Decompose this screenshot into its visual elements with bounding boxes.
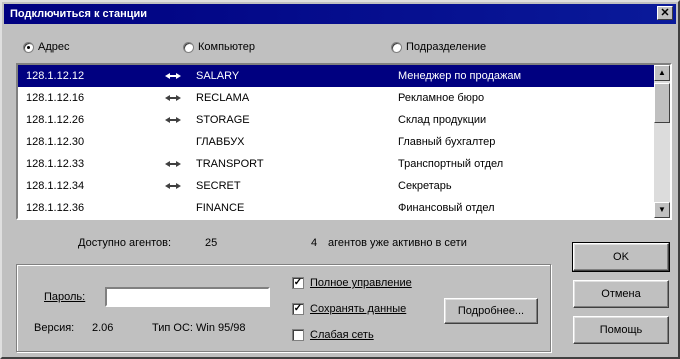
station-list[interactable]: 128.1.12.12 SALARY Менеджер по продажам 128… <box>16 63 672 220</box>
station-host: SECRET <box>196 180 241 192</box>
window-title: Подключиться к станции <box>10 8 148 20</box>
station-host: ГЛАВБУХ <box>196 136 245 148</box>
radio-dot <box>183 41 194 53</box>
password-label: Пароль: <box>44 291 86 303</box>
ok-button[interactable]: OK <box>572 242 670 272</box>
mode-address-radio[interactable]: Адрес <box>23 41 70 53</box>
station-row[interactable]: 128.1.12.16 RECLAMA Рекламное бюро <box>18 87 654 109</box>
agents-available-count: 25 <box>205 237 218 249</box>
station-description: Рекламное бюро <box>398 92 485 104</box>
station-address: 128.1.12.34 <box>26 180 85 192</box>
save-data-checkbox[interactable]: ✓ Сохранять данные <box>292 303 406 315</box>
version-value: 2.06 <box>92 322 114 334</box>
station-address: 128.1.12.30 <box>26 136 85 148</box>
password-input[interactable] <box>105 287 270 307</box>
station-row[interactable]: 128.1.12.30 ГЛАВБУХ Главный бухгалтер <box>18 131 654 153</box>
weak-network-label: Слабая сеть <box>310 329 374 341</box>
mode-computer-radio[interactable]: Компьютер <box>183 41 255 53</box>
station-description: Финансовый отдел <box>398 202 495 214</box>
mode-department-radio[interactable]: Подразделение <box>391 41 486 53</box>
station-host: TRANSPORT <box>196 158 264 170</box>
station-host: FINANCE <box>196 202 245 214</box>
more-button[interactable]: Подробнее... <box>444 298 538 324</box>
os-type-value: Win 95/98 <box>196 322 246 334</box>
radio-dot <box>391 41 402 53</box>
station-host: STORAGE <box>196 114 250 126</box>
station-row[interactable]: 128.1.12.36 FINANCE Финансовый отдел <box>18 197 654 218</box>
full-control-checkbox[interactable]: ✓ Полное управление <box>292 277 412 289</box>
station-host: RECLAMA <box>196 92 250 104</box>
connect-dialog: Подключиться к станции ✕ Адрес Компьютер… <box>0 0 680 359</box>
station-row[interactable]: 128.1.12.33 TRANSPORT Транспортный отдел <box>18 153 654 175</box>
full-control-label: Полное управление <box>310 277 412 289</box>
station-address: 128.1.12.36 <box>26 202 85 214</box>
save-data-label: Сохранять данные <box>310 303 407 315</box>
os-type-label: Тип ОС: <box>152 322 193 334</box>
agents-active-label: агентов уже активно в сети <box>328 237 467 249</box>
link-icon <box>164 94 182 102</box>
title-bar: Подключиться к станции ✕ <box>4 4 676 24</box>
station-description: Менеджер по продажам <box>398 70 522 82</box>
link-icon <box>164 116 182 124</box>
station-description: Транспортный отдел <box>398 158 504 170</box>
version-label: Версия: <box>34 322 75 334</box>
station-host: SALARY <box>196 70 240 82</box>
link-icon <box>164 182 182 190</box>
checkmark-icon: ✓ <box>292 303 304 315</box>
agents-available-label: Доступно агентов: <box>78 237 172 249</box>
station-address: 128.1.12.16 <box>26 92 85 104</box>
station-description: Склад продукции <box>398 114 487 126</box>
station-row[interactable]: 128.1.12.34 SECRET Секретарь <box>18 175 654 197</box>
search-mode-group: Адрес Компьютер Подразделение <box>2 41 680 57</box>
vertical-scrollbar[interactable]: ▲ ▼ <box>654 65 670 218</box>
scroll-down-icon[interactable]: ▼ <box>654 202 670 218</box>
station-address: 128.1.12.26 <box>26 114 85 126</box>
weak-network-checkbox[interactable]: Слабая сеть <box>292 329 374 341</box>
link-icon <box>164 72 182 80</box>
station-description: Главный бухгалтер <box>398 136 496 148</box>
cancel-button[interactable]: Отмена <box>573 280 669 308</box>
checkmark-icon: ✓ <box>292 277 304 289</box>
close-button[interactable]: ✕ <box>657 6 673 20</box>
checkbox-empty <box>292 329 304 341</box>
help-button[interactable]: Помощь <box>573 316 669 344</box>
station-row[interactable]: 128.1.12.26 STORAGE Склад продукции <box>18 109 654 131</box>
scroll-up-icon[interactable]: ▲ <box>654 65 670 81</box>
station-description: Секретарь <box>398 180 452 192</box>
radio-dot <box>23 41 34 53</box>
station-list-rows: 128.1.12.12 SALARY Менеджер по продажам 128… <box>18 65 654 218</box>
station-address: 128.1.12.33 <box>26 158 85 170</box>
mode-department-label: Подразделение <box>406 41 487 53</box>
mode-computer-label: Компьютер <box>198 41 255 53</box>
mode-address-label: Адрес <box>38 41 70 53</box>
link-icon <box>164 160 182 168</box>
agents-active-count: 4 <box>311 237 318 249</box>
station-row[interactable]: 128.1.12.12 SALARY Менеджер по продажам <box>18 65 654 87</box>
scroll-thumb[interactable] <box>654 83 670 123</box>
station-address: 128.1.12.12 <box>26 70 85 82</box>
